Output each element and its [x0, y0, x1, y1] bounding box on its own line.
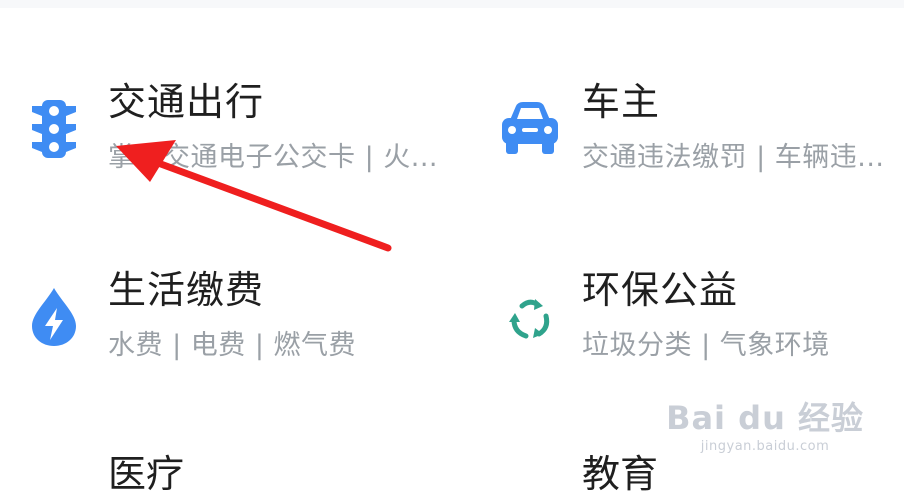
watermark-brand: Bai du 经验: [666, 399, 864, 437]
watermark-url: jingyan.baidu.com: [700, 439, 830, 454]
baidu-jingyan-watermark: Bai du 经验 jingyan.baidu.com: [666, 393, 864, 454]
